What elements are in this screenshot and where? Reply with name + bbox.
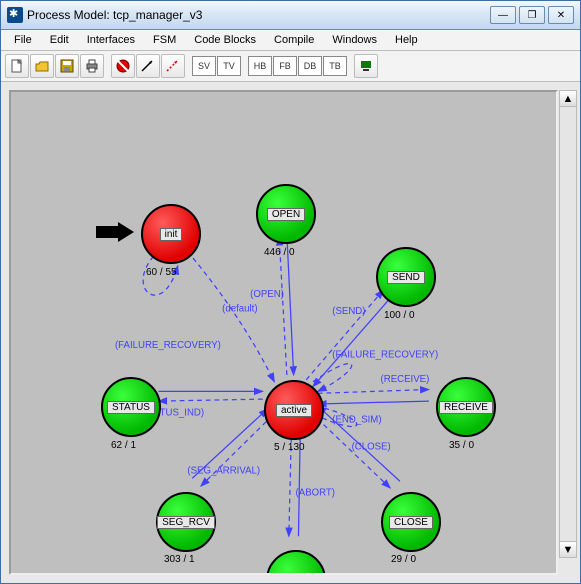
edge-receive-label: (RECEIVE) (381, 374, 430, 385)
state-open[interactable]: OPEN (256, 184, 316, 244)
edge-endsim-label: (END_SIM) (332, 414, 381, 425)
create-transition-button[interactable] (136, 54, 160, 78)
state-segrcv-metric: 303 / 1 (164, 554, 195, 565)
edge-abort-label: (ABORT) (296, 488, 335, 499)
fb-button[interactable]: FB (273, 56, 297, 76)
state-close-metric: 29 / 0 (391, 554, 416, 565)
state-init-metric: 60 / 55 (146, 267, 177, 278)
state-open-metric: 446 / 0 (264, 247, 295, 258)
app-icon (7, 7, 23, 23)
vertical-scrollbar[interactable]: ▲ ▼ (559, 90, 577, 558)
state-receive[interactable]: RECEIVE (436, 377, 496, 437)
state-status[interactable]: STATUS (101, 377, 161, 437)
edge-close-label: (CLOSE) (352, 441, 391, 452)
tb-button[interactable]: TB (323, 56, 347, 76)
tv-button[interactable]: TV (217, 56, 241, 76)
create-state-button[interactable] (111, 54, 135, 78)
state-active-metric: 5 / 130 (274, 442, 305, 453)
state-active-label: active (276, 404, 312, 417)
edge-failrec2-label: (FAILURE_RECOVERY) (332, 350, 438, 361)
edge-failrec-init-label: (FAILURE_RECOVERY) (115, 340, 221, 351)
state-close-label: CLOSE (389, 516, 433, 529)
compile-button[interactable] (354, 54, 378, 78)
edge-default-label: (default) (222, 303, 257, 314)
minimize-button[interactable]: — (490, 6, 516, 24)
edge-segarr-label: (SEG_ARRIVAL) (187, 466, 260, 477)
state-segrcv[interactable]: SEG_RCV (156, 492, 216, 552)
titlebar[interactable]: Process Model: tcp_manager_v3 — ❐ ✕ (1, 1, 580, 30)
hb-button[interactable]: HB (248, 56, 272, 76)
maximize-button[interactable]: ❐ (519, 6, 545, 24)
scroll-down-icon[interactable]: ▼ (560, 541, 576, 557)
state-receive-metric: 35 / 0 (449, 440, 474, 451)
print-button[interactable] (80, 54, 104, 78)
edge-send-label: (SEND) (332, 306, 365, 317)
save-button[interactable] (55, 54, 79, 78)
window-title: Process Model: tcp_manager_v3 (27, 8, 490, 22)
state-send-label: SEND (387, 271, 425, 284)
create-dashed-transition-button[interactable] (161, 54, 185, 78)
menu-windows[interactable]: Windows (323, 32, 386, 48)
state-send-metric: 100 / 0 (384, 310, 415, 321)
canvas-area: (default) (FAILURE_RECOVERY) (OPEN) (SEN… (1, 82, 580, 583)
state-status-label: STATUS (107, 401, 155, 414)
menubar: File Edit Interfaces FSM Code Blocks Com… (1, 30, 580, 51)
transitions-layer: (default) (FAILURE_RECOVERY) (OPEN) (SEN… (11, 92, 556, 573)
state-close[interactable]: CLOSE (381, 492, 441, 552)
sv-button[interactable]: SV (192, 56, 216, 76)
state-abort[interactable]: ABORT (266, 550, 326, 575)
menu-compile[interactable]: Compile (265, 32, 323, 48)
initial-arrow-icon (96, 222, 136, 245)
menu-edit[interactable]: Edit (41, 32, 78, 48)
open-button[interactable] (30, 54, 54, 78)
menu-help[interactable]: Help (386, 32, 427, 48)
menu-codeblocks[interactable]: Code Blocks (185, 32, 265, 48)
state-open-label: OPEN (267, 208, 305, 221)
close-button[interactable]: ✕ (548, 6, 574, 24)
state-active[interactable]: active (264, 380, 324, 440)
state-segrcv-label: SEG_RCV (157, 516, 215, 529)
state-init[interactable]: init (141, 204, 201, 264)
db-button[interactable]: DB (298, 56, 322, 76)
fsm-canvas[interactable]: (default) (FAILURE_RECOVERY) (OPEN) (SEN… (9, 90, 558, 575)
menu-fsm[interactable]: FSM (144, 32, 185, 48)
state-init-label: init (160, 228, 183, 241)
edge-open-label: (OPEN) (250, 289, 284, 300)
scroll-up-icon[interactable]: ▲ (560, 91, 576, 107)
state-receive-label: RECEIVE (439, 401, 493, 414)
new-button[interactable] (5, 54, 29, 78)
state-abort-label: ABORT (274, 574, 318, 576)
state-status-metric: 62 / 1 (111, 440, 136, 451)
menu-interfaces[interactable]: Interfaces (78, 32, 144, 48)
state-send[interactable]: SEND (376, 247, 436, 307)
toolbar: SV TV HB FB DB TB (1, 51, 580, 82)
process-model-window: Process Model: tcp_manager_v3 — ❐ ✕ File… (0, 0, 581, 584)
menu-file[interactable]: File (5, 32, 41, 48)
